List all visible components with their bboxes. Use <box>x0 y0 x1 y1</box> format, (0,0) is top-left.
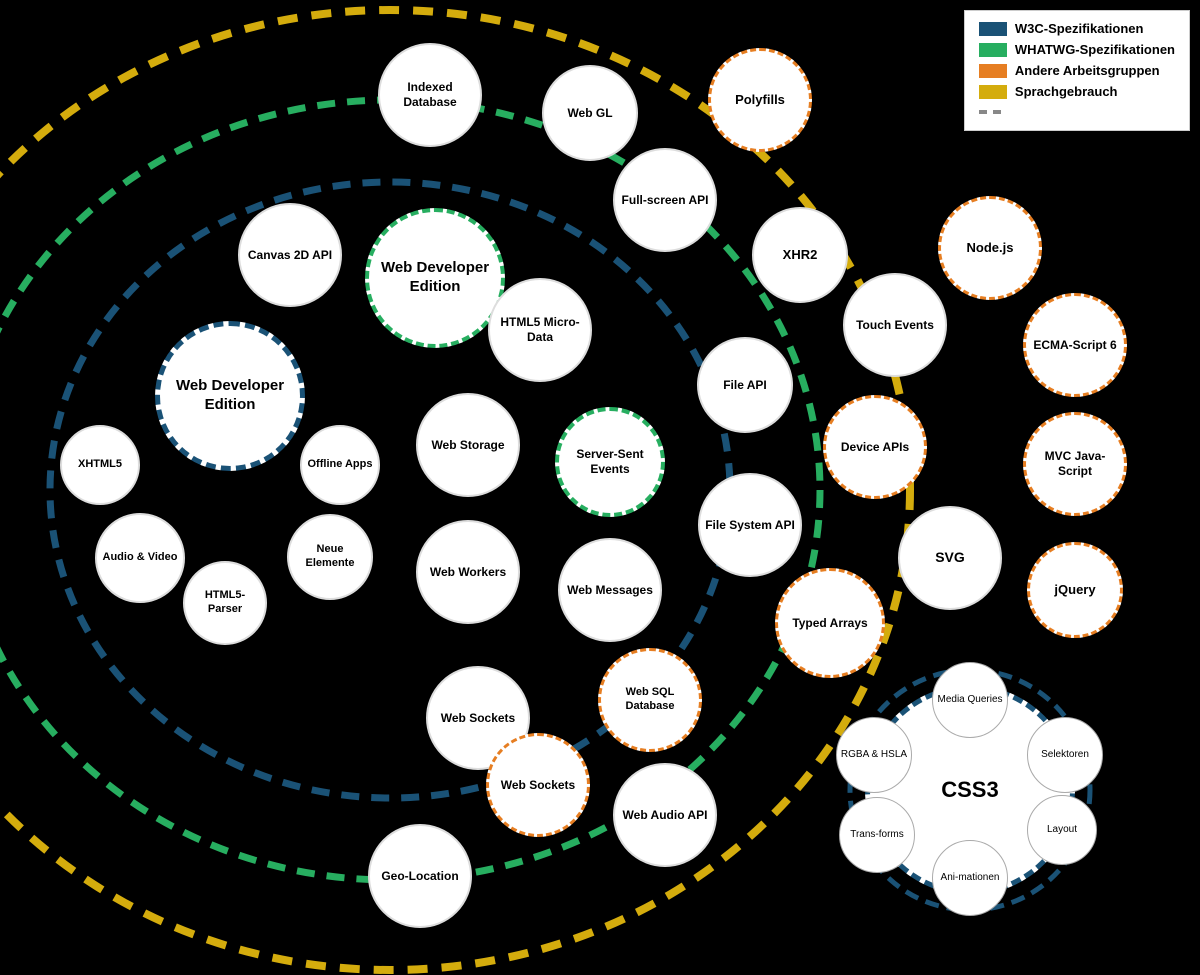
node-web-dev-edition-left: Web Developer Edition <box>155 321 305 471</box>
legend: W3C-Spezifikationen WHATWG-Spezifikation… <box>964 10 1190 131</box>
node-audio-video: Audio & Video <box>95 513 185 603</box>
node-fullscreen-api: Full-screen API <box>613 148 717 252</box>
css3-sub-animationen: Ani-mationen <box>932 840 1008 916</box>
node-file-api: File API <box>697 337 793 433</box>
legend-item-andere: Andere Arbeitsgruppen <box>979 63 1175 78</box>
node-node-js: Node.js <box>938 196 1042 300</box>
css3-sub-layout: Layout <box>1027 795 1097 865</box>
legend-color-whatwg <box>979 43 1007 57</box>
node-web-sockets-inner: Web Sockets <box>486 733 590 837</box>
legend-item-sprach: Sprachgebrauch <box>979 84 1175 99</box>
node-ecmascript6: ECMA-Script 6 <box>1023 293 1127 397</box>
node-html5-parser: HTML5-Parser <box>183 561 267 645</box>
node-mvc-javascript: MVC Java-Script <box>1023 412 1127 516</box>
node-indexed-db: Indexed Database <box>378 43 482 147</box>
legend-color-andere <box>979 64 1007 78</box>
node-offline-apps: Offline Apps <box>300 425 380 505</box>
node-neue-elemente: Neue Elemente <box>287 514 373 600</box>
node-web-messages: Web Messages <box>558 538 662 642</box>
css3-sub-selektoren: Selektoren <box>1027 717 1103 793</box>
css3-sub-rgba-hsla: RGBA & HSLA <box>836 717 912 793</box>
node-canvas-2d: Canvas 2D API <box>238 203 342 307</box>
node-web-storage: Web Storage <box>416 393 520 497</box>
node-server-sent-events: Server-Sent Events <box>555 407 665 517</box>
node-jquery: jQuery <box>1027 542 1123 638</box>
node-web-gl: Web GL <box>542 65 638 161</box>
node-html5-microdata: HTML5 Micro-Data <box>488 278 592 382</box>
node-web-audio-api: Web Audio API <box>613 763 717 867</box>
css3-sub-transforms: Trans-forms <box>839 797 915 873</box>
node-web-dev-edition-center: Web Developer Edition <box>365 208 505 348</box>
legend-color-w3c <box>979 22 1007 36</box>
node-xhtml5: XHTML5 <box>60 425 140 505</box>
node-svg: SVG <box>898 506 1002 610</box>
legend-label-sprach: Sprachgebrauch <box>1015 84 1118 99</box>
node-device-apis: Device APIs <box>823 395 927 499</box>
node-xhr2: XHR2 <box>752 207 848 303</box>
node-web-sql-database: Web SQL Database <box>598 648 702 752</box>
legend-color-other <box>979 110 1007 114</box>
node-polyfills: Polyfills <box>708 48 812 152</box>
legend-color-sprach <box>979 85 1007 99</box>
legend-item-whatwg: WHATWG-Spezifikationen <box>979 42 1175 57</box>
legend-label-w3c: W3C-Spezifikationen <box>1015 21 1144 36</box>
node-web-workers: Web Workers <box>416 520 520 624</box>
legend-item-w3c: W3C-Spezifikationen <box>979 21 1175 36</box>
node-file-system-api: File System API <box>698 473 802 577</box>
node-touch-events: Touch Events <box>843 273 947 377</box>
css3-sub-media-queries: Media Queries <box>932 662 1008 738</box>
legend-label-andere: Andere Arbeitsgruppen <box>1015 63 1160 78</box>
legend-label-whatwg: WHATWG-Spezifikationen <box>1015 42 1175 57</box>
node-typed-arrays: Typed Arrays <box>775 568 885 678</box>
node-geo-location: Geo-Location <box>368 824 472 928</box>
legend-item-other <box>979 105 1175 114</box>
